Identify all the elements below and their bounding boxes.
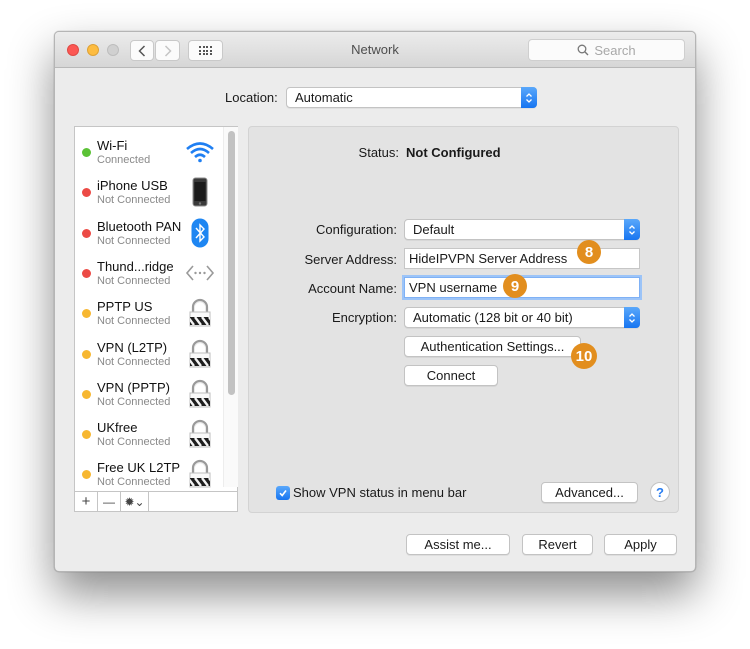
service-list-item[interactable]: iPhone USB Not Connected <box>75 171 225 211</box>
vpn-lock-icon <box>185 459 215 489</box>
service-list: Wi-Fi Connected iPhone USB Not Connected Blu… <box>74 126 238 512</box>
service-list-item[interactable]: VPN (PPTP) Not Connected <box>75 373 225 413</box>
service-status: Not Connected <box>97 476 171 489</box>
service-name: Thund...ridge <box>97 258 174 274</box>
service-name: PPTP US <box>97 299 153 315</box>
step-9-badge: 9 <box>503 274 527 298</box>
service-name: VPN (L2TP) <box>97 339 168 355</box>
encryption-popup[interactable]: Automatic (128 bit or 40 bit) <box>404 307 640 328</box>
service-status: Not Connected <box>97 315 171 328</box>
server-address-value: HideIPVPN Server Address <box>409 251 568 266</box>
search-field[interactable]: Search <box>528 39 685 61</box>
step-8-badge: 8 <box>577 240 601 264</box>
service-list-item[interactable]: VPN (L2TP) Not Connected <box>75 333 225 373</box>
status-value: Not Configured <box>406 145 501 160</box>
vpn-lock-icon <box>185 379 215 409</box>
status-dot <box>82 470 91 480</box>
account-name-value: VPN username <box>409 280 498 295</box>
vpn-lock-icon <box>185 419 215 449</box>
gear-icon: ✹⌄ <box>124 494 145 509</box>
status-dot <box>82 228 91 238</box>
titlebar: Network Search <box>55 32 695 68</box>
bluetooth-icon <box>185 218 215 248</box>
service-list-item[interactable]: Thund...ridge Not Connected <box>75 252 225 292</box>
account-name-label: Account Name: <box>308 281 397 296</box>
wifi-icon <box>185 137 215 167</box>
configuration-value: Default <box>413 222 455 237</box>
add-service-button[interactable]: + <box>75 492 98 511</box>
status-dot <box>82 309 91 319</box>
vpn-lock-icon <box>185 339 215 369</box>
service-list-item[interactable]: Wi-Fi Connected <box>75 131 225 171</box>
search-placeholder: Search <box>594 42 636 58</box>
assist-me-button[interactable]: Assist me... <box>406 534 510 555</box>
service-actions-menu[interactable]: ✹⌄ <box>121 492 149 511</box>
status-dot <box>82 268 91 278</box>
step-10-badge: 10 <box>571 343 597 369</box>
service-list-toolbar: + — ✹⌄ <box>74 491 238 512</box>
thunderbolt-bridge-icon <box>185 258 215 288</box>
service-status: Not Connected <box>97 234 171 247</box>
popup-arrows-icon <box>624 307 640 328</box>
remove-service-button[interactable]: — <box>98 492 121 511</box>
network-preferences-window: Network Search Location: Automatic Wi-Fi… <box>54 31 696 572</box>
scrollbar-thumb[interactable] <box>228 131 235 395</box>
iphone-icon <box>185 177 215 207</box>
service-list-item[interactable]: Bluetooth PAN Not Connected <box>75 212 225 252</box>
service-list-item[interactable]: PPTP US Not Connected <box>75 292 225 332</box>
status-dot <box>82 148 91 157</box>
location-popup[interactable]: Automatic <box>286 87 537 108</box>
service-list-item[interactable]: Free UK L2TP Not Connected <box>75 453 225 493</box>
apply-button[interactable]: Apply <box>604 534 677 555</box>
service-status: Not Connected <box>97 355 171 368</box>
location-value: Automatic <box>295 90 353 105</box>
service-name: UKfree <box>97 420 138 436</box>
service-name: Wi-Fi <box>97 138 128 153</box>
service-status: Not Connected <box>97 395 171 408</box>
advanced-button[interactable]: Advanced... <box>541 482 638 503</box>
server-address-label: Server Address: <box>304 252 398 267</box>
plus-icon: + <box>81 493 91 510</box>
checkmark-icon <box>279 490 287 497</box>
server-address-field[interactable]: HideIPVPN Server Address <box>404 248 640 269</box>
location-label: Location: <box>225 90 278 105</box>
service-status: Not Connected <box>97 274 171 287</box>
service-list-scrollbar[interactable] <box>223 127 238 487</box>
service-list-item[interactable]: UKfree Not Connected <box>75 413 225 453</box>
authentication-settings-button[interactable]: Authentication Settings... <box>404 336 581 357</box>
service-name: Bluetooth PAN <box>97 218 182 234</box>
status-dot <box>82 349 91 359</box>
configuration-label: Configuration: <box>316 222 397 237</box>
status-dot <box>82 188 91 198</box>
help-button[interactable]: ? <box>650 482 670 502</box>
encryption-label: Encryption: <box>331 310 397 325</box>
status-dot <box>82 430 91 440</box>
popup-arrows-icon <box>521 87 537 108</box>
vpn-detail-panel: Status: Not Configured Configuration: De… <box>248 126 679 513</box>
vpn-lock-icon <box>185 298 215 328</box>
encryption-value: Automatic (128 bit or 40 bit) <box>413 310 573 325</box>
configuration-popup[interactable]: Default <box>404 219 640 240</box>
minus-icon: — <box>103 494 115 509</box>
connect-button[interactable]: Connect <box>404 365 498 386</box>
search-icon <box>577 44 589 56</box>
service-name: VPN (PPTP) <box>97 379 170 395</box>
service-name: iPhone USB <box>97 178 168 194</box>
service-status: Connected <box>97 154 151 166</box>
status-label: Status: <box>358 145 399 160</box>
service-name: Free UK L2TP <box>97 460 181 476</box>
service-status: Not Connected <box>97 436 171 449</box>
status-dot <box>82 389 91 399</box>
popup-arrows-icon <box>624 219 640 240</box>
service-status: Not Connected <box>97 194 171 207</box>
show-vpn-status-label: Show VPN status in menu bar <box>293 485 467 500</box>
show-vpn-status-checkbox[interactable] <box>276 486 290 500</box>
revert-button[interactable]: Revert <box>522 534 593 555</box>
